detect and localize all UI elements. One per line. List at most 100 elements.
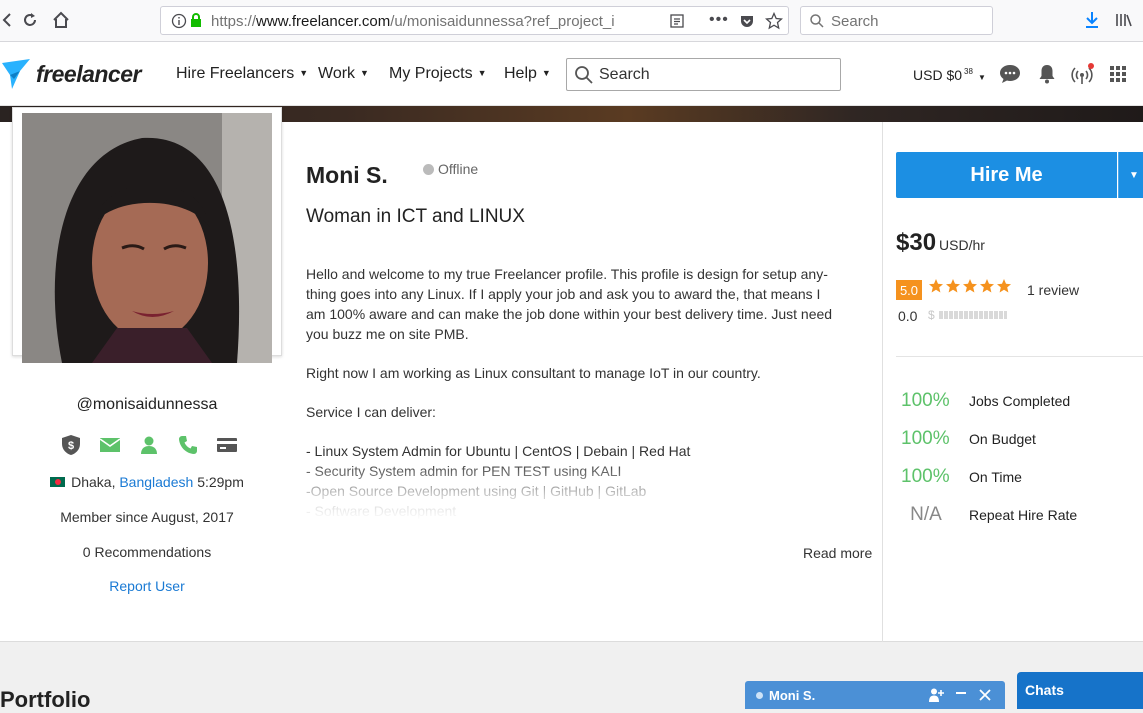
hire-me-button[interactable]: Hire Me [896,152,1117,198]
rate-amount: $30 [896,229,937,256]
apps-grid-icon[interactable] [1106,62,1130,86]
profile-location: Dhaka, Bangladesh 5:29pm [12,474,282,490]
page-actions-icon[interactable]: ••• [709,11,729,29]
location-country-link[interactable]: Bangladesh [119,474,193,490]
deposit-icon[interactable] [216,434,238,456]
chevron-down-icon: ▼ [541,68,551,78]
updates-feed-icon[interactable] [1070,62,1094,86]
nav-hire-freelancers[interactable]: Hire Freelancers ▼ [176,65,308,83]
url-path: /u/monisaidunnessa?ref_project_i [390,13,615,30]
stat-on-budget: 100% On Budget [896,428,1143,452]
nav-help[interactable]: Help ▼ [504,65,551,83]
nav-label: My Projects [389,65,473,82]
freelancer-bird-icon [2,59,30,89]
star-icon [946,279,960,293]
stat-on-time: 100% On Time [896,466,1143,490]
svg-text:$: $ [68,440,74,452]
profile-icon[interactable] [138,434,160,456]
nav-label: Hire Freelancers [176,65,295,82]
phone-icon[interactable] [177,434,199,456]
balance-cents: 38 [964,67,973,77]
rating-stars [928,278,1012,294]
messages-icon[interactable] [998,62,1022,86]
bookmark-star-icon[interactable] [764,11,784,35]
description-fade [306,460,836,520]
profile-photo[interactable] [22,113,272,363]
chat-status-dot-icon [756,692,763,699]
description-paragraph: Right now I am working as Linux consulta… [306,365,761,381]
browser-search-placeholder: Search [831,13,879,30]
freelancer-logo[interactable]: freelancer [0,56,141,92]
payment-verified-icon[interactable]: $ [60,434,82,456]
profile-username: @monisaidunnessa [76,396,218,413]
hourly-rate: $30 USD/hr [896,229,985,257]
profile-tagline: Woman in ICT and LINUX [306,206,525,227]
hire-options-chevron-icon[interactable]: ▼ [1118,152,1143,198]
sidebar-divider [896,356,1143,357]
stat-label: On Budget [969,431,1036,447]
stat-label: Repeat Hire Rate [969,507,1078,523]
site-search-placeholder: Search [599,66,650,83]
stat-percent: 100% [901,428,950,449]
close-icon[interactable] [975,685,995,705]
read-more-link[interactable]: Read more [803,545,872,561]
online-status: Offline [423,161,478,177]
balance-amount: USD $0 [913,67,963,83]
url-prefix: https:// [211,13,257,30]
profile-description: Hello and welcome to my true Freelancer … [306,264,836,520]
star-icon [997,279,1011,293]
chats-tab[interactable]: Chats [1017,672,1143,709]
bangladesh-flag-icon [50,477,66,487]
pocket-icon[interactable] [739,13,755,34]
nav-my-projects[interactable]: My Projects ▼ [389,65,487,83]
search-icon [809,13,825,34]
stat-label: Jobs Completed [969,393,1071,409]
dollar-icon: $ [928,308,935,322]
search-icon [574,65,594,90]
report-user-link[interactable]: Report User [109,578,184,594]
minimize-icon[interactable] [951,685,971,705]
downloads-icon[interactable] [1080,8,1104,32]
description-paragraph: Service I can deliver: [306,404,436,420]
report-user-link-wrap: Report User [12,578,282,594]
rate-unit: USD/hr [939,237,985,253]
stat-repeat-hire-rate: N/A Repeat Hire Rate [896,504,1143,528]
description-paragraph: Hello and welcome to my true Freelancer … [306,266,833,342]
status-label: Offline [438,161,479,177]
add-person-icon[interactable] [926,685,946,705]
account-balance-dropdown[interactable]: USD $0 38 ▼ [913,67,986,83]
star-icon [963,279,977,293]
notifications-bell-icon[interactable] [1035,62,1059,86]
star-icon [929,279,943,293]
profile-card: @monisaidunnessa $ Dhaka, Bangladesh 5:2… [0,107,1143,642]
member-since: Member since August, 2017 [60,509,234,525]
chat-window-name: Moni S. [769,688,816,703]
nav-work[interactable]: Work ▼ [318,65,369,83]
stat-jobs-completed: 100% Jobs Completed [896,390,1143,414]
reader-view-icon[interactable] [669,13,685,34]
email-icon[interactable] [99,434,121,456]
home-icon[interactable] [49,8,73,32]
site-search-input[interactable]: Search [566,58,841,91]
url-bar[interactable]: https://www.freelancer.com/u/monisaidunn… [160,6,789,35]
review-count[interactable]: 1 review [1027,282,1079,298]
chat-window[interactable]: Moni S. [745,681,1005,709]
earnings-score: 0.0 [898,308,918,324]
stat-percent: N/A [910,504,942,525]
nav-label: Work [318,65,356,82]
rating-score-badge: 5.0 [896,280,922,300]
reload-icon[interactable] [18,8,42,32]
profile-photo-frame [12,107,282,363]
back-icon[interactable] [0,8,20,32]
url-domain: www.freelancer.com [256,13,391,30]
logo-text: freelancer [36,60,141,87]
status-dot-icon [423,163,434,175]
info-icon[interactable] [171,13,187,34]
url-text[interactable]: https://www.freelancer.com/u/monisaidunn… [211,13,651,30]
chevron-down-icon: ▼ [477,68,487,78]
verification-badges: $ [60,434,240,458]
browser-search-input[interactable]: Search [800,6,993,35]
library-icon[interactable] [1112,8,1136,32]
browser-toolbar: https://www.freelancer.com/u/monisaidunn… [0,0,1143,42]
earnings-bar: $ [928,308,1007,322]
